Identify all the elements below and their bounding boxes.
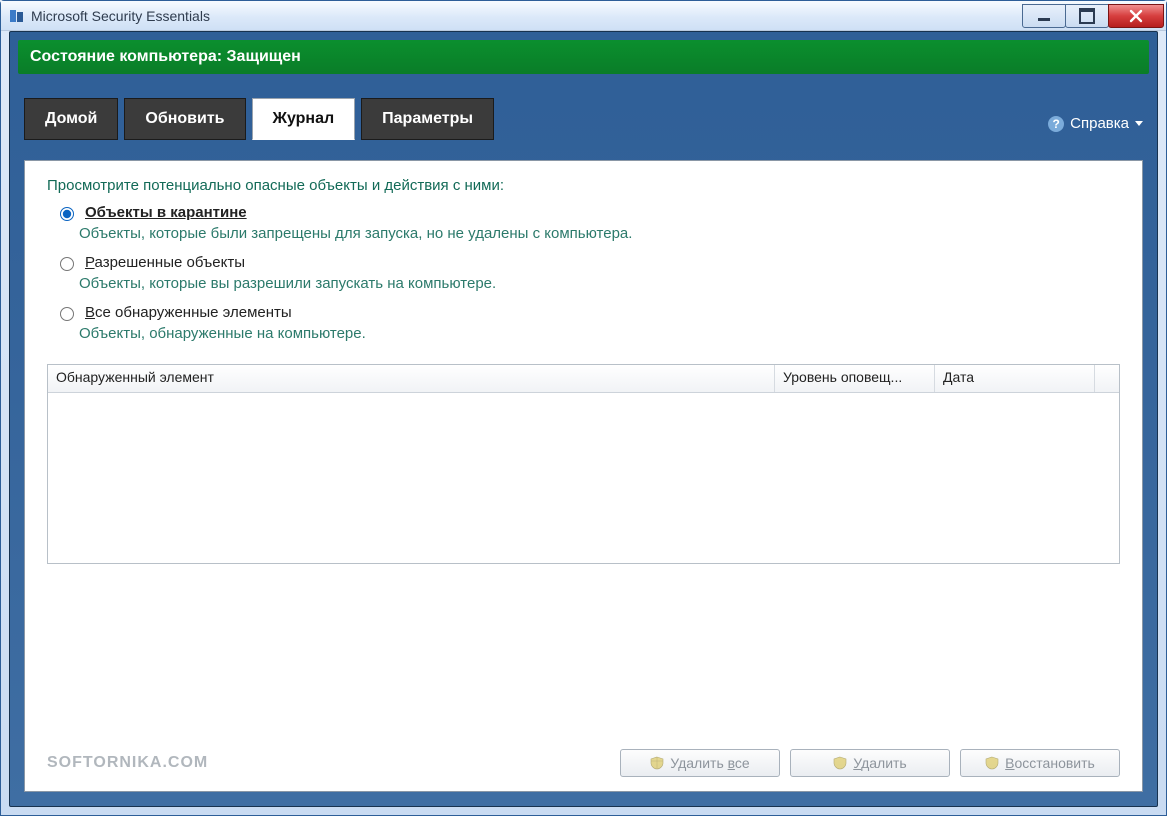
delete-button[interactable]: Удалить (790, 749, 950, 777)
action-buttons: Удалить все Удалить Восстановить (620, 749, 1120, 777)
maximize-button[interactable] (1065, 4, 1109, 28)
minimize-button[interactable] (1022, 4, 1066, 28)
delete-all-button[interactable]: Удалить все (620, 749, 780, 777)
filter-options: Объекты в карантине Объекты, которые был… (55, 204, 1120, 354)
option-allowed: Разрешенные объекты Объекты, которые вы … (55, 254, 1120, 292)
close-icon (1129, 9, 1143, 23)
option-all-label[interactable]: Все обнаруженные элементы (85, 304, 292, 321)
restore-label: Восстановить (1005, 755, 1095, 771)
app-window: Microsoft Security Essentials Состояние … (0, 0, 1167, 816)
table-body (48, 393, 1119, 563)
app-icon (9, 8, 25, 24)
watermark: SOFTORNIKA.COM (47, 754, 208, 772)
content-panel: Просмотрите потенциально опасные объекты… (24, 160, 1143, 792)
status-bar: Состояние компьютера: Защищен (18, 40, 1149, 74)
tabs: Домой Обновить Журнал Параметры ? Справк… (10, 98, 1157, 140)
intro-text: Просмотрите потенциально опасные объекты… (47, 177, 1120, 194)
option-allowed-desc: Объекты, которые вы разрешили запускать … (79, 275, 1120, 292)
option-quarantine-label[interactable]: Объекты в карантине (85, 204, 247, 221)
col-item[interactable]: Обнаруженный элемент (48, 365, 775, 392)
option-allowed-label[interactable]: Разрешенные объекты (85, 254, 245, 271)
table-header: Обнаруженный элемент Уровень оповещ... Д… (48, 365, 1119, 393)
close-button[interactable] (1108, 4, 1164, 28)
col-level[interactable]: Уровень оповещ... (775, 365, 935, 392)
shield-icon (833, 756, 847, 770)
footer: SOFTORNIKA.COM Удалить все Удалить Во (47, 737, 1120, 777)
help-label: Справка (1070, 115, 1129, 132)
titlebar: Microsoft Security Essentials (1, 1, 1166, 31)
window-buttons (1023, 4, 1164, 28)
shield-icon (650, 756, 664, 770)
option-quarantine: Объекты в карантине Объекты, которые был… (55, 204, 1120, 242)
status-text: Состояние компьютера: Защищен (30, 48, 301, 66)
col-spacer (1095, 365, 1119, 392)
chevron-down-icon (1135, 121, 1143, 126)
option-all: Все обнаруженные элементы Объекты, обнар… (55, 304, 1120, 342)
radio-quarantine[interactable] (60, 207, 74, 221)
tab-update[interactable]: Обновить (124, 98, 245, 140)
radio-all[interactable] (60, 307, 74, 321)
tab-history[interactable]: Журнал (252, 98, 356, 140)
help-icon: ? (1048, 116, 1064, 132)
radio-allowed[interactable] (60, 257, 74, 271)
results-table: Обнаруженный элемент Уровень оповещ... Д… (47, 364, 1120, 564)
delete-label: Удалить (853, 755, 906, 771)
window-title: Microsoft Security Essentials (31, 8, 1023, 24)
delete-all-label: Удалить все (670, 755, 749, 771)
restore-button[interactable]: Восстановить (960, 749, 1120, 777)
tab-home[interactable]: Домой (24, 98, 118, 140)
col-date[interactable]: Дата (935, 365, 1095, 392)
client-area: Состояние компьютера: Защищен Домой Обно… (9, 31, 1158, 807)
shield-icon (985, 756, 999, 770)
option-all-desc: Объекты, обнаруженные на компьютере. (79, 325, 1120, 342)
help-menu[interactable]: ? Справка (1048, 115, 1143, 140)
tab-settings[interactable]: Параметры (361, 98, 494, 140)
option-quarantine-desc: Объекты, которые были запрещены для запу… (79, 225, 1120, 242)
